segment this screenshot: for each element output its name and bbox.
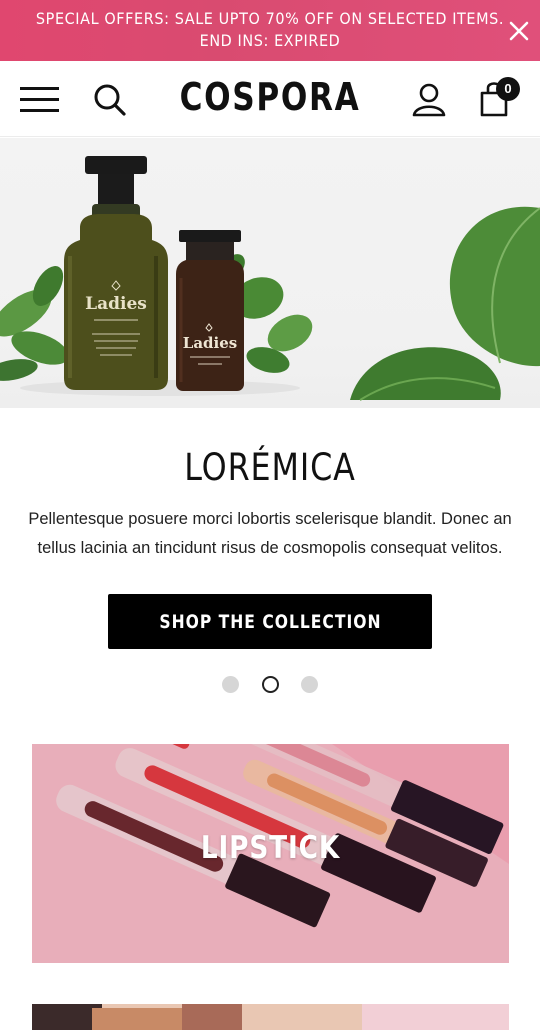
hero-banner-image: Ladies Ladies — [0, 138, 540, 408]
category-card-lipstick[interactable]: LIPSTICK — [32, 744, 509, 963]
shop-collection-button-label: SHOP THE COLLECTION — [158, 610, 382, 633]
bottle-large-label: Ladies — [85, 294, 147, 314]
slide-title: LORÉMICA — [184, 446, 356, 489]
close-icon[interactable] — [506, 18, 532, 44]
category-label-lipstick: LIPSTICK — [200, 830, 341, 866]
site-logo[interactable]: COSPORA — [172, 75, 369, 119]
slider-dot-3[interactable] — [300, 676, 318, 694]
announcement-bar: SPECIAL OFFERS: SALE UPTO 70% OFF ON SEL… — [0, 0, 540, 61]
hamburger-menu-icon[interactable] — [20, 85, 60, 115]
countdown-text: END INS: EXPIRED — [199, 31, 341, 50]
category-card-next[interactable] — [32, 1004, 509, 1030]
user-icon[interactable] — [410, 81, 448, 119]
search-icon[interactable] — [92, 82, 128, 118]
slider-dot-1[interactable] — [222, 676, 240, 694]
bottle-small-label: Ladies — [183, 334, 237, 352]
category-image-next — [32, 1004, 509, 1030]
shop-collection-button[interactable]: SHOP THE COLLECTION — [108, 594, 432, 649]
slider-dot-2[interactable] — [261, 676, 279, 694]
site-header: COSPORA 0 — [0, 61, 540, 137]
announcement-text: SPECIAL OFFERS: SALE UPTO 70% OFF ON SEL… — [35, 9, 505, 28]
slide-description: Pellentesque posuere morci lobortis scel… — [28, 510, 512, 557]
slider-pagination — [0, 676, 540, 694]
cart-count-badge: 0 — [496, 77, 520, 101]
shopping-bag-icon[interactable]: 0 — [476, 77, 522, 121]
